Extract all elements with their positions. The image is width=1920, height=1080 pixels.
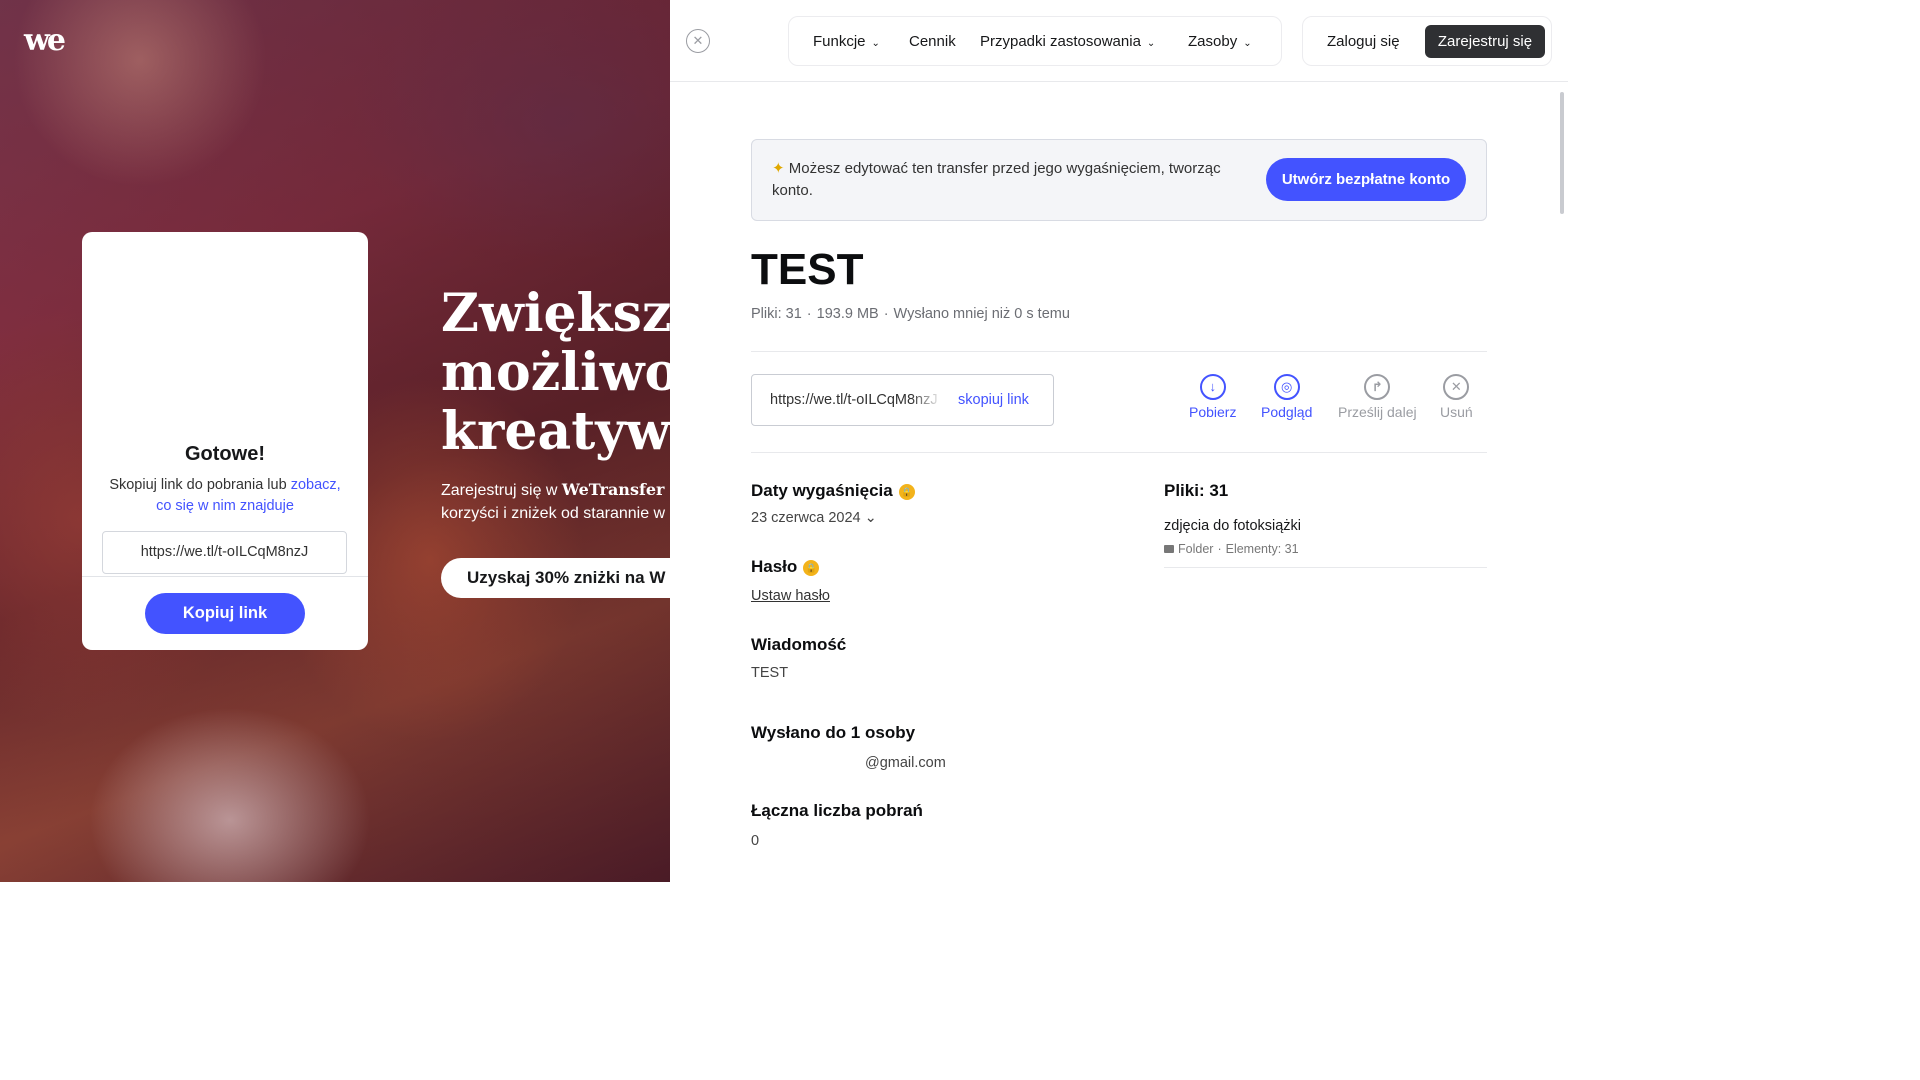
hero-title-line: kreatywn — [441, 401, 670, 461]
file-item-meta: Folder · Elementy: 31 — [1164, 542, 1299, 556]
brand-name: WeTransfer — [561, 480, 665, 499]
download-button[interactable]: ↓ Pobierz — [1189, 374, 1236, 420]
nav-item-use-cases[interactable]: Przypadki zastosowania ⌄ — [980, 17, 1155, 67]
transfer-title: TEST — [751, 245, 864, 294]
signup-button[interactable]: Zarejestruj się — [1425, 25, 1545, 58]
divider — [751, 351, 1487, 352]
nav-item-resources[interactable]: Zasoby ⌄ — [1188, 17, 1252, 67]
download-link-field[interactable]: https://we.tl/t-oILCqM8nzJ — [102, 531, 347, 574]
password-heading: Hasło 🔒 — [751, 557, 820, 577]
file-item-name[interactable]: zdjęcia do fotoksiążki — [1164, 518, 1301, 534]
files-heading: Pliki: 31 — [1164, 481, 1229, 500]
transfer-meta: Pliki: 31 · 193.9 MB · Wysłano mniej niż 0 s… — [751, 306, 1070, 322]
expiry-heading: Daty wygaśnięcia 🔒 — [751, 481, 915, 501]
close-icon[interactable]: ✕ — [686, 29, 710, 53]
expiry-date-select[interactable]: 23 czerwca 2024 ⌄ — [751, 510, 877, 526]
nav-item-cennik[interactable]: Cennik — [909, 17, 956, 67]
preview-icon: ◎ — [1273, 374, 1300, 400]
hero-title-line: Zwiększ s — [441, 284, 670, 344]
delete-icon: ✕ — [1443, 374, 1470, 400]
preview-button[interactable]: ◎ Podgląd — [1261, 374, 1312, 420]
nav-item-funkcje[interactable]: Funkcje ⌄ — [813, 17, 880, 67]
done-title: Gotowe! — [185, 443, 265, 465]
chevron-down-icon: ⌄ — [871, 38, 880, 49]
delete-button[interactable]: ✕ Usuń — [1440, 374, 1473, 420]
copy-link-button[interactable]: Kopiuj link — [145, 593, 305, 634]
edit-transfer-banner: ✦ Możesz edytować ten transfer przed jeg… — [751, 139, 1487, 221]
hero-title-line: możliwoś — [441, 342, 670, 403]
top-navigation: ✕ Funkcje ⌄ Cennik Przypadki zastosowania… — [670, 0, 1568, 82]
create-account-button[interactable]: Utwórz bezpłatne konto — [1266, 158, 1466, 201]
lock-icon: 🔒 — [803, 560, 820, 576]
forward-icon: ↱ — [1364, 374, 1391, 400]
discount-button[interactable]: Uzyskaj 30% zniżki na W — [441, 558, 670, 598]
downloads-value: 0 — [751, 833, 760, 849]
recipient-email: @gmail.com — [865, 755, 946, 771]
message-value: TEST — [751, 665, 789, 681]
chevron-down-icon: ⌄ — [1243, 38, 1252, 49]
transfer-done-card: Gotowe! Skopiuj link do pobrania lub zob… — [82, 232, 368, 650]
lock-icon: 🔒 — [898, 484, 915, 500]
chevron-down-icon: ⌄ — [864, 510, 877, 526]
downloads-heading: Łączna liczba pobrań — [751, 801, 923, 820]
auth-box: Zaloguj się Zarejestruj się — [1302, 16, 1552, 66]
scrollbar[interactable] — [1560, 92, 1564, 214]
login-button[interactable]: Zaloguj się — [1327, 17, 1400, 67]
banner-text: ✦ Możesz edytować ten transfer przed jeg… — [772, 160, 1221, 199]
recipients-heading: Wysłano do 1 osoby — [751, 723, 916, 742]
divider — [751, 452, 1487, 453]
transfer-link-field[interactable]: https://we.tl/t-oILCqM8nzJ — [770, 375, 942, 425]
sparkle-icon: ✦ — [772, 160, 785, 177]
transfer-details-panel: ✕ Funkcje ⌄ Cennik Przypadki zastosowania… — [670, 0, 1568, 882]
message-heading: Wiadomość — [751, 635, 847, 654]
hero-subtitle: Zarejestruj się w WeTransfer Pr korzyści… — [441, 480, 670, 522]
forward-button[interactable]: ↱ Prześlij dalej — [1338, 374, 1417, 420]
divider — [82, 576, 368, 577]
divider — [1164, 567, 1487, 568]
download-icon: ↓ — [1199, 374, 1226, 400]
folder-icon — [1164, 545, 1174, 553]
main-nav: Funkcje ⌄ Cennik Przypadki zastosowania ⌄ … — [788, 16, 1282, 66]
done-text: Skopiuj link do pobrania lub zobacz, co … — [109, 477, 341, 514]
hero-title: Zwiększ s możliwoś kreatywn — [441, 284, 670, 461]
transfer-link-box: https://we.tl/t-oILCqM8nzJ skopiuj link — [751, 374, 1054, 426]
copy-link-button[interactable]: skopiuj link — [958, 375, 1029, 425]
chevron-down-icon: ⌄ — [1146, 38, 1156, 49]
set-password-link[interactable]: Ustaw hasło — [751, 588, 830, 604]
